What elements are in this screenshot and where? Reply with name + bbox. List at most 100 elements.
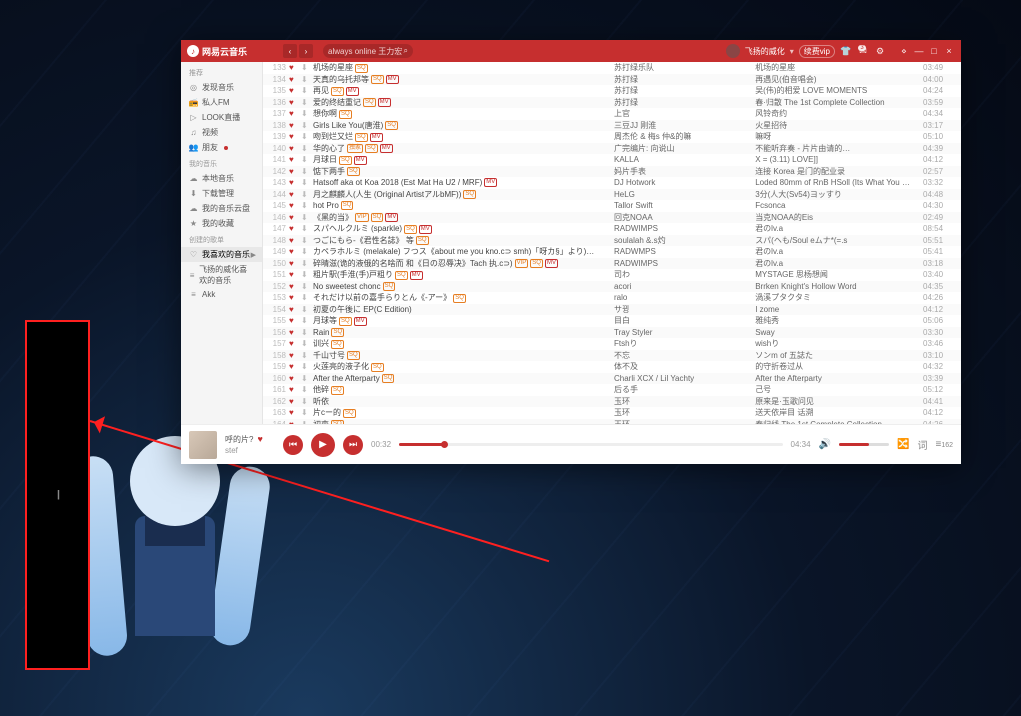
heart-icon[interactable]: ♥: [289, 121, 301, 130]
track-album[interactable]: wishり: [755, 338, 923, 349]
heart-icon[interactable]: ♥: [289, 178, 301, 187]
track-title[interactable]: 片cー的SQ: [313, 407, 614, 418]
sidebar-item[interactable]: ★我的收藏: [181, 216, 262, 231]
track-title[interactable]: 初夏の午後に EP(C Edition): [313, 304, 614, 315]
heart-icon[interactable]: ♥: [289, 236, 301, 245]
heart-icon[interactable]: ♥: [289, 374, 301, 383]
track-artist[interactable]: 目白: [614, 315, 755, 326]
track-artist[interactable]: KALLA: [614, 155, 755, 164]
track-album[interactable]: 春·归散 The 1st Complete Collection: [755, 97, 923, 108]
download-icon[interactable]: ⬇: [301, 155, 313, 164]
track-album[interactable]: 机场的星座: [755, 62, 923, 73]
track-title[interactable]: 爱的终结重记SQMV: [313, 97, 614, 108]
track-row[interactable]: 133 ♥ ⬇ 机场的星座SQ 苏打绿乐队 机场的星座 03:49: [263, 62, 961, 74]
heart-icon[interactable]: ♥: [289, 385, 301, 394]
track-title[interactable]: 天真的乌托邦等SQMV: [313, 74, 614, 85]
track-title[interactable]: 再见SQMV: [313, 85, 614, 96]
track-title[interactable]: 吻到烂又烂SQMV: [313, 131, 614, 142]
track-title[interactable]: 惦下两手SQ: [313, 166, 614, 177]
download-icon[interactable]: ⬇: [301, 213, 313, 222]
download-icon[interactable]: ⬇: [301, 144, 313, 153]
track-album[interactable]: 的守折卷过从: [755, 361, 923, 372]
track-row[interactable]: 144 ♥ ⬇ 月之麒麟人(人生 (Original ArtistアルbMF))…: [263, 189, 961, 201]
heart-icon[interactable]: ♥: [289, 144, 301, 153]
heart-icon[interactable]: ♥: [289, 339, 301, 348]
track-album[interactable]: 3分(人大(Sv54)ヨッすり: [755, 189, 923, 200]
download-icon[interactable]: ⬇: [301, 374, 313, 383]
heart-icon[interactable]: ♥: [289, 224, 301, 233]
heart-icon[interactable]: ♥: [289, 259, 301, 268]
download-icon[interactable]: ⬇: [301, 305, 313, 314]
heart-icon[interactable]: ♥: [289, 75, 301, 84]
sidebar-item[interactable]: ≡Akk: [181, 288, 262, 301]
track-album[interactable]: 连接 Korea 是门的配业录: [755, 166, 923, 177]
track-artist[interactable]: 后る手: [614, 384, 755, 395]
track-artist[interactable]: 回克NOAA: [614, 212, 755, 223]
skin-icon[interactable]: 👕: [840, 45, 852, 57]
track-album[interactable]: 原来是·玉歌问见: [755, 396, 923, 407]
track-title[interactable]: 千山寸号SQ: [313, 350, 614, 361]
sidebar-item[interactable]: ♡我喜欢的音乐: [181, 247, 262, 262]
track-row[interactable]: 153 ♥ ⬇ それだけ以前の嘉手らりとん《-アー》SQ ralo 渦溪プタクタ…: [263, 292, 961, 304]
track-title[interactable]: Hatsoff aka ot Koa 2018 (Est Mat Ha U2 /…: [313, 178, 614, 187]
track-row[interactable]: 151 ♥ ⬇ 粗片駅(手淮(手)戸粗りSQMV 司わ MYSTAGE 思杨想闻…: [263, 269, 961, 281]
track-title[interactable]: 月之麒麟人(人生 (Original ArtistアルbMF))SQ: [313, 189, 614, 200]
track-artist[interactable]: 苏打绿: [614, 85, 755, 96]
track-row[interactable]: 146 ♥ ⬇ 《黑的当》VIPSQMV 回克NOAA 当克NOAA的Eis 0…: [263, 212, 961, 224]
track-album[interactable]: Brrken Knight's Hollow Word: [755, 282, 923, 291]
download-icon[interactable]: ⬇: [301, 190, 313, 199]
download-icon[interactable]: ⬇: [301, 132, 313, 141]
download-icon[interactable]: ⬇: [301, 397, 313, 406]
track-artist[interactable]: Charli XCX / Lil Yachty: [614, 374, 755, 383]
next-button[interactable]: ⏭: [343, 435, 363, 455]
track-row[interactable]: 149 ♥ ⬇ カペラホルミ (melakale) フつス《about me y…: [263, 246, 961, 258]
track-row[interactable]: 141 ♥ ⬇ 月球日SQMV KALLA X = (3.11) LOVE]] …: [263, 154, 961, 166]
track-row[interactable]: 143 ♥ ⬇ Hatsoff aka ot Koa 2018 (Est Mat…: [263, 177, 961, 189]
track-album[interactable]: 送天依岸目 话溯: [755, 407, 923, 418]
sidebar-item[interactable]: ≡飞扬的威化喜欢的音乐: [181, 262, 262, 288]
track-row[interactable]: 155 ♥ ⬇ 月球等SQMV 目白 雅纯秀 05:06: [263, 315, 961, 327]
track-artist[interactable]: acori: [614, 282, 755, 291]
heart-icon[interactable]: ♥: [289, 351, 301, 360]
download-icon[interactable]: ⬇: [301, 236, 313, 245]
volume-slider[interactable]: [839, 443, 889, 446]
track-album[interactable]: 己号: [755, 384, 923, 395]
play-button[interactable]: ▶: [311, 433, 335, 457]
mini-mode-icon[interactable]: ⋄: [898, 45, 910, 57]
track-album[interactable]: MYSTAGE 思杨想闻: [755, 269, 923, 280]
track-artist[interactable]: Tallor Swift: [614, 201, 755, 210]
download-icon[interactable]: ⬇: [301, 259, 313, 268]
track-album[interactable]: Loded 80mm of RnB HSoll (Its What You Wa…: [755, 178, 923, 187]
sidebar-item[interactable]: ♫视频: [181, 125, 262, 140]
track-row[interactable]: 135 ♥ ⬇ 再见SQMV 苏打绿 吴(伟)的相爱 LOVE MOMENTS …: [263, 85, 961, 97]
track-row[interactable]: 162 ♥ ⬇ 听依 玉环 原来是·玉歌问见 04:41: [263, 396, 961, 408]
track-artist[interactable]: ralo: [614, 293, 755, 302]
track-row[interactable]: 137 ♥ ⬇ 想你啊SQ 上官 风铃奇约 04:34: [263, 108, 961, 120]
heart-icon[interactable]: ♥: [289, 305, 301, 314]
heart-icon[interactable]: ♥: [289, 408, 301, 417]
track-title[interactable]: Girls Like You(唐淮)SQ: [313, 120, 614, 131]
track-album[interactable]: ソンm of 五誌た: [755, 350, 923, 361]
track-row[interactable]: 159 ♥ ⬇ 火莲亮的液子化SQ 体不及 的守折卷过从 04:32: [263, 361, 961, 373]
heart-icon[interactable]: ♥: [289, 282, 301, 291]
track-row[interactable]: 158 ♥ ⬇ 千山寸号SQ 不忘 ソンm of 五誌た 03:10: [263, 350, 961, 362]
track-artist[interactable]: Tray Styler: [614, 328, 755, 337]
track-row[interactable]: 139 ♥ ⬇ 吻到烂又烂SQMV 周杰伦 & 梅s 仲&的嘛 嘛呀 05:10: [263, 131, 961, 143]
track-row[interactable]: 138 ♥ ⬇ Girls Like You(唐淮)SQ 三豆JJ 刚淮 火星招…: [263, 120, 961, 132]
track-artist[interactable]: 不忘: [614, 350, 755, 361]
download-icon[interactable]: ⬇: [301, 247, 313, 256]
heart-icon[interactable]: ♥: [289, 155, 301, 164]
track-title[interactable]: hot ProSQ: [313, 201, 614, 210]
track-row[interactable]: 163 ♥ ⬇ 片cー的SQ 玉环 送天依岸目 话溯 04:12: [263, 407, 961, 419]
nav-forward-button[interactable]: ›: [299, 44, 313, 58]
mail-icon[interactable]: ✉3: [857, 45, 869, 57]
track-title[interactable]: 月球日SQMV: [313, 154, 614, 165]
track-artist[interactable]: 苏打绿: [614, 97, 755, 108]
track-artist[interactable]: RADWIMPS: [614, 259, 755, 268]
heart-icon[interactable]: ♥: [289, 328, 301, 337]
track-artist[interactable]: 司わ: [614, 269, 755, 280]
download-icon[interactable]: ⬇: [301, 351, 313, 360]
track-artist[interactable]: Ftshり: [614, 338, 755, 349]
track-artist[interactable]: RADWIMPS: [614, 224, 755, 233]
sidebar-item[interactable]: 📻私人FM: [181, 95, 262, 110]
